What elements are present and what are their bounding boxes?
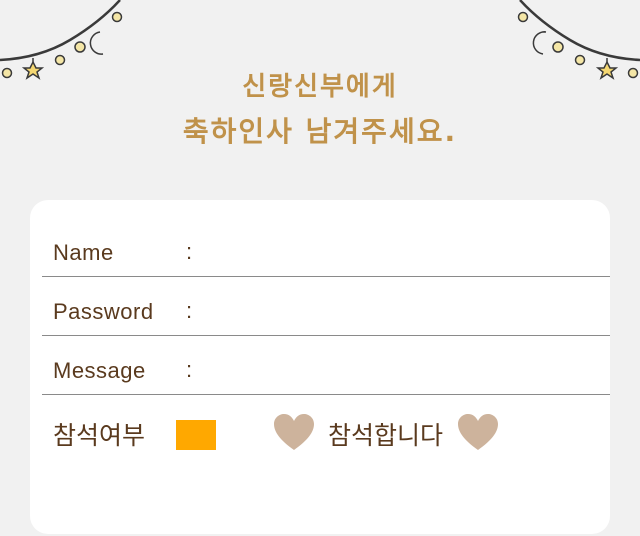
light-bulb-icon — [517, 11, 529, 23]
password-colon: : — [186, 298, 193, 323]
guestbook-form-card: Name : Password : Message : 참석여부 참석합니다 — [30, 200, 610, 534]
password-input[interactable] — [210, 297, 604, 329]
name-colon: : — [186, 239, 193, 264]
light-bulb-icon — [552, 41, 564, 53]
attendance-checkbox[interactable] — [176, 420, 216, 450]
page-title-line-1: 신랑신부에게 — [242, 72, 398, 102]
page-title-line-2: 축하인사 남겨주세요. — [182, 115, 458, 148]
message-field-row: Message : — [42, 336, 610, 395]
message-colon: : — [186, 357, 193, 382]
message-label: Message — [53, 358, 146, 383]
password-field-row: Password : — [42, 277, 610, 336]
moon-icon — [532, 31, 547, 55]
name-field-row: Name : — [42, 218, 610, 277]
password-label: Password — [53, 299, 154, 324]
heart-icon — [458, 414, 498, 450]
name-label: Name — [53, 240, 114, 265]
attendance-row: 참석여부 참석합니다 — [30, 410, 610, 454]
attendance-label: 참석여부 — [53, 421, 146, 450]
heart-icon — [274, 414, 314, 450]
attendance-option-label[interactable]: 참석합니다 — [328, 416, 443, 452]
message-input[interactable] — [210, 356, 604, 388]
light-bulb-icon — [111, 11, 123, 23]
moon-icon — [89, 31, 104, 55]
light-bulb-icon — [54, 54, 66, 66]
light-bulb-icon — [574, 54, 586, 66]
name-input[interactable] — [210, 238, 604, 270]
light-bulb-icon — [74, 41, 86, 53]
